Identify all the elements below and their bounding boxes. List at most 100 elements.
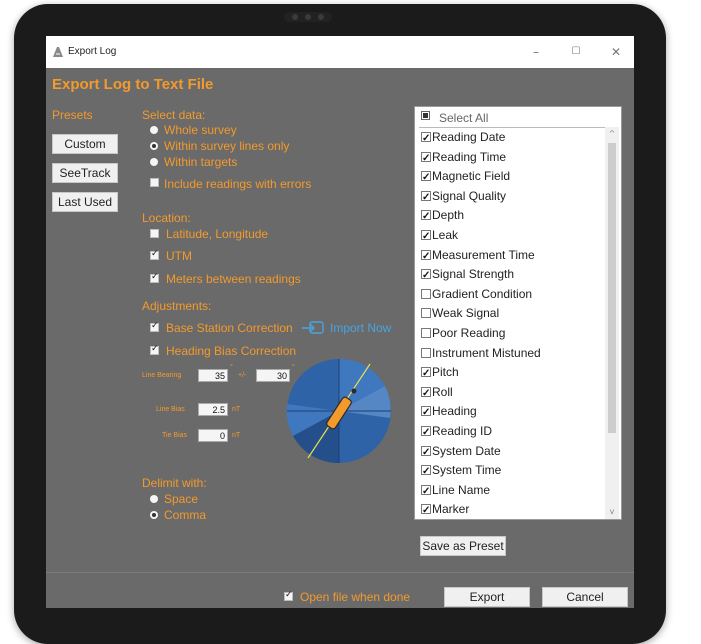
column-checkbox[interactable] [421, 385, 431, 403]
column-checkbox[interactable] [421, 347, 431, 358]
column-item[interactable]: System Time [421, 461, 501, 481]
column-item[interactable]: Magnetic Field [421, 167, 510, 187]
column-checkbox[interactable] [421, 404, 431, 422]
column-checkbox[interactable] [421, 130, 431, 148]
radio-within-survey-lines[interactable] [150, 142, 158, 150]
column-checkbox[interactable] [421, 483, 431, 501]
line-bias-unit: nT [232, 406, 241, 413]
base-station-checkbox[interactable] [150, 321, 159, 332]
bearing-dial[interactable] [286, 358, 392, 464]
heading-bias-label: Heading Bias Correction [166, 344, 297, 358]
preset-seetrack-button[interactable]: SeeTrack [52, 163, 118, 183]
column-label: Gradient Condition [432, 286, 533, 301]
column-label: Poor Reading [432, 326, 506, 340]
line-bias-input[interactable]: 2.5 [198, 403, 228, 416]
lat-long-checkbox[interactable] [150, 229, 159, 238]
column-checkbox[interactable] [421, 502, 431, 519]
column-item[interactable]: Signal Strength [421, 265, 515, 285]
column-item[interactable]: Weak Signal [421, 304, 499, 322]
select-all-checkbox[interactable] [421, 111, 430, 120]
column-checkbox[interactable] [421, 308, 431, 319]
preset-custom-button[interactable]: Custom [52, 134, 118, 154]
column-item[interactable]: Signal Quality [421, 187, 506, 207]
column-item[interactable]: Depth [421, 206, 464, 226]
line-bearing-input[interactable]: 35 [198, 369, 228, 382]
open-when-done-checkbox[interactable] [284, 590, 293, 601]
import-icon[interactable] [300, 318, 326, 338]
column-label: Reading Time [432, 149, 507, 164]
column-checkbox[interactable] [421, 328, 431, 338]
column-item[interactable]: Heading [421, 402, 477, 422]
tie-bias-label: Tie Bias [162, 432, 188, 439]
column-checkbox[interactable] [421, 150, 431, 168]
radio-comma[interactable] [150, 511, 158, 519]
column-item[interactable]: Line Name [421, 481, 491, 501]
column-checkbox[interactable] [421, 248, 431, 266]
column-label: Reading ID [432, 424, 493, 438]
radio-space[interactable] [150, 495, 158, 503]
column-checkbox[interactable] [421, 444, 431, 462]
column-item[interactable]: System Date [421, 442, 501, 462]
column-label: Measurement Time [432, 247, 535, 262]
select-all-label: Select All [439, 111, 489, 125]
camera-bar [284, 12, 332, 22]
columns-listbox: Select All Reading Date Reading Time Magne… [414, 106, 622, 520]
column-label: Roll [432, 384, 453, 399]
column-checkbox[interactable] [421, 288, 431, 299]
radio-whole-survey[interactable] [150, 126, 158, 134]
preset-last-used-button[interactable]: Last Used [52, 192, 118, 212]
radio-within-targets[interactable] [150, 158, 158, 166]
option-within-targets: Within targets [164, 155, 238, 169]
column-label: Heading [432, 404, 477, 419]
column-checkbox[interactable] [421, 463, 431, 481]
maximize-button[interactable]: ☐ [568, 44, 584, 60]
column-checkbox[interactable] [421, 169, 431, 187]
column-item[interactable]: Reading Date [421, 128, 505, 148]
column-item[interactable]: Reading Time [421, 148, 507, 168]
column-item[interactable]: Roll [421, 383, 453, 403]
column-label: Marker [432, 502, 470, 517]
column-item[interactable]: Leak [421, 226, 458, 246]
import-now-link[interactable]: Import Now [330, 321, 391, 335]
column-checkbox[interactable] [421, 208, 431, 226]
scroll-down-icon[interactable]: v [607, 507, 617, 517]
meters-between-checkbox[interactable] [150, 272, 159, 283]
scrollbar-thumb[interactable] [608, 143, 616, 433]
minimize-button[interactable]: – [528, 44, 544, 60]
close-button[interactable]: ✕ [608, 44, 624, 60]
utm-checkbox[interactable] [150, 249, 159, 260]
option-space: Space [164, 492, 199, 506]
column-item[interactable]: Instrument Mistuned [421, 344, 541, 362]
column-item[interactable]: Reading ID [421, 422, 493, 442]
column-checkbox[interactable] [421, 424, 431, 442]
cancel-button[interactable]: Cancel [542, 587, 628, 607]
dialog-heading: Export Log to Text File [52, 76, 214, 93]
column-label: Line Name [432, 482, 491, 497]
column-item[interactable]: Pitch [421, 363, 459, 383]
column-checkbox[interactable] [421, 228, 431, 246]
tolerance-input[interactable]: 30 [256, 369, 290, 382]
column-label: Pitch [432, 365, 459, 380]
scroll-up-icon[interactable]: ^ [607, 129, 617, 139]
columns-scrollbar[interactable]: ^ v [605, 127, 619, 519]
column-item[interactable]: Gradient Condition [421, 285, 532, 303]
delimit-label: Delimit with: [142, 476, 207, 490]
save-as-preset-button[interactable]: Save as Preset [420, 536, 506, 556]
export-log-window: Export Log – ☐ ✕ Export Log to Text File… [46, 36, 634, 608]
column-item[interactable]: Measurement Time [421, 246, 535, 266]
column-label: Signal Strength [432, 267, 515, 282]
tie-bias-input[interactable]: 0 [198, 429, 228, 442]
column-item[interactable]: Poor Reading [421, 324, 505, 342]
utm-label: UTM [166, 249, 192, 263]
columns-list: Reading Date Reading Time Magnetic Field Si… [419, 127, 609, 519]
export-button[interactable]: Export [444, 587, 530, 607]
base-station-label: Base Station Correction [166, 321, 293, 335]
column-checkbox[interactable] [421, 365, 431, 383]
column-item[interactable]: Marker [421, 500, 470, 519]
select-data-label: Select data: [142, 108, 206, 122]
column-checkbox[interactable] [421, 267, 431, 285]
heading-bias-checkbox[interactable] [150, 344, 159, 355]
include-errors-checkbox[interactable] [150, 178, 159, 187]
line-bearing-label: Line Bearing [142, 372, 182, 379]
column-checkbox[interactable] [421, 189, 431, 207]
